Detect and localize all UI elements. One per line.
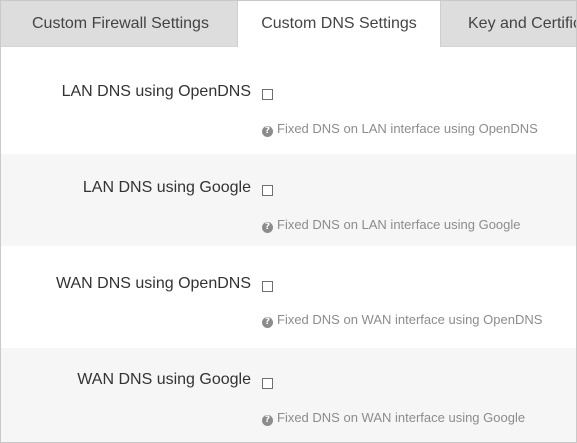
settings-panel: Custom Firewall Settings Custom DNS Sett… (0, 0, 577, 443)
lan-google-hint: ? Fixed DNS on LAN interface using Google (262, 217, 521, 233)
wan-opendns-checkbox[interactable] (262, 281, 273, 292)
tab-key-and-certificates[interactable]: Key and Certific (442, 1, 576, 46)
wan-opendns-hint-text: Fixed DNS on WAN interface using OpenDNS (277, 312, 543, 327)
wan-opendns-hint: ? Fixed DNS on WAN interface using OpenDN… (262, 312, 542, 328)
tab-custom-dns-settings[interactable]: Custom DNS Settings (237, 1, 441, 47)
lan-opendns-checkbox[interactable] (262, 89, 273, 100)
question-circle-icon: ? (262, 222, 273, 233)
lan-google-hint-text: Fixed DNS on LAN interface using Google (277, 217, 521, 232)
setting-row-wan-google: WAN DNS using Google ? Fixed DNS on WAN i… (1, 348, 576, 442)
wan-google-hint: ? Fixed DNS on WAN interface using Google (262, 410, 525, 426)
lan-opendns-hint-text: Fixed DNS on LAN interface using OpenDNS (277, 121, 538, 136)
wan-opendns-label: WAN DNS using OpenDNS (55, 275, 251, 292)
setting-row-wan-opendns: WAN DNS using OpenDNS ? Fixed DNS on WAN … (1, 246, 576, 348)
setting-row-lan-google: LAN DNS using Google ? Fixed DNS on LAN i… (1, 154, 576, 246)
tab-custom-firewall-settings[interactable]: Custom Firewall Settings (1, 1, 237, 46)
question-circle-icon: ? (262, 415, 273, 426)
tab-bar: Custom Firewall Settings Custom DNS Sett… (1, 1, 576, 47)
dns-settings-list: LAN DNS using OpenDNS ? Fixed DNS on LAN … (1, 46, 576, 442)
wan-google-hint-text: Fixed DNS on WAN interface using Google (277, 410, 526, 425)
lan-opendns-hint: ? Fixed DNS on LAN interface using OpenDN… (262, 121, 538, 137)
wan-google-checkbox[interactable] (262, 378, 273, 389)
wan-google-label: WAN DNS using Google (77, 371, 251, 388)
question-circle-icon: ? (262, 126, 273, 137)
setting-row-lan-opendns: LAN DNS using OpenDNS ? Fixed DNS on LAN … (1, 46, 576, 154)
question-circle-icon: ? (262, 317, 273, 328)
lan-opendns-label: LAN DNS using OpenDNS (61, 83, 251, 100)
lan-google-label: LAN DNS using Google (82, 179, 251, 196)
lan-google-checkbox[interactable] (262, 185, 273, 196)
